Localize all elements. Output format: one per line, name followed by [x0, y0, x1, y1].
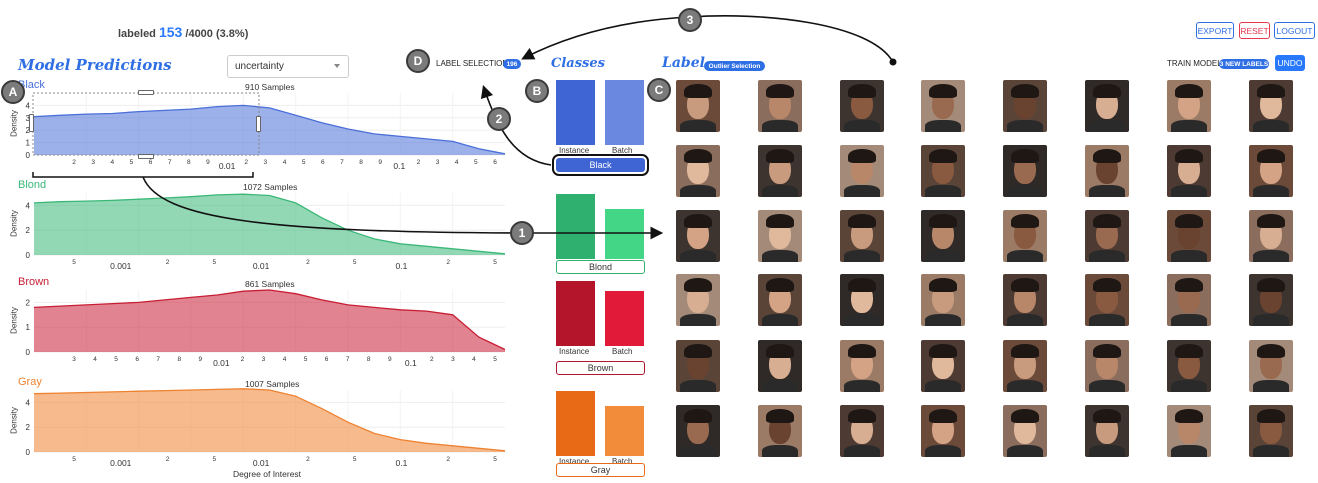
arrow-1-path [142, 176, 664, 240]
marker-1: 1 [510, 221, 534, 245]
marker-3: 3 [678, 8, 702, 32]
marker-b: B [525, 79, 549, 103]
marker-a: A [1, 80, 25, 104]
marker-d: D [406, 49, 430, 73]
marker-c: C [647, 78, 671, 102]
arrow-3-origin-dot [889, 58, 897, 66]
selection-bracket [32, 172, 254, 178]
annotation-overlay [32, 15, 897, 240]
marker-2: 2 [487, 107, 511, 131]
arrow-3-path [521, 15, 894, 63]
